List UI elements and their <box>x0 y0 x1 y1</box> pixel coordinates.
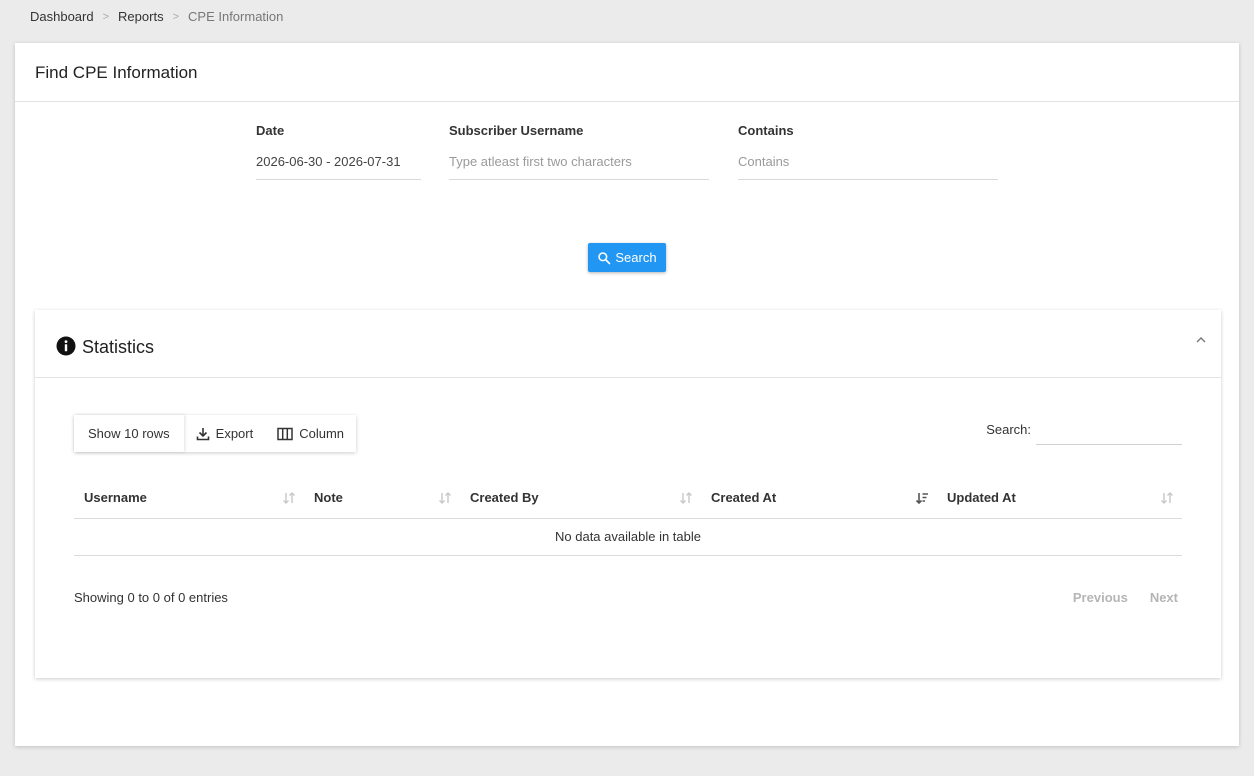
pagination: Previous Next <box>1073 590 1178 605</box>
search-button-label: Search <box>615 250 657 265</box>
sort-descending-icon <box>915 493 928 505</box>
column-header-label: Note <box>314 490 343 506</box>
subscriber-filter: Subscriber Username Type atleast first t… <box>449 123 709 180</box>
breadcrumb: Dashboard > Reports > CPE Information <box>30 9 283 24</box>
statistics-title: Statistics <box>82 337 155 357</box>
breadcrumb-dashboard[interactable]: Dashboard <box>30 9 94 24</box>
table-search-label: Search: <box>986 422 1031 437</box>
sort-icon <box>439 492 451 504</box>
contains-filter: Contains Contains <box>738 123 998 180</box>
breadcrumb-separator: > <box>102 10 110 23</box>
statistics-panel: Statistics Show 10 rows Export Column Se… <box>35 310 1221 678</box>
column-header-username[interactable]: Username <box>74 478 304 519</box>
date-label: Date <box>256 123 285 138</box>
date-filter: Date 2026-06-30 - 2026-07-31 <box>256 123 421 180</box>
column-header-label: Created By <box>470 490 539 506</box>
table-info: Showing 0 to 0 of 0 entries <box>74 590 228 605</box>
search-icon <box>598 251 611 264</box>
subscriber-username-input[interactable]: Type atleast first two characters <box>449 154 709 180</box>
breadcrumb-reports[interactable]: Reports <box>118 9 164 24</box>
export-button[interactable]: Export <box>184 415 266 452</box>
column-header-label: Created At <box>711 490 777 506</box>
columns-icon <box>277 427 293 440</box>
column-header-created-by[interactable]: Created By <box>460 478 701 519</box>
search-button[interactable]: Search <box>588 243 666 272</box>
show-rows-button[interactable]: Show 10 rows <box>74 415 184 452</box>
sort-icon <box>680 492 692 504</box>
column-header-created-at[interactable]: Created At <box>701 478 937 519</box>
breadcrumb-separator: > <box>172 10 180 23</box>
column-visibility-button[interactable]: Column <box>265 415 356 452</box>
find-cpe-card: Find CPE Information Date 2026-06-30 - 2… <box>15 43 1239 746</box>
chevron-up-icon[interactable] <box>1195 334 1207 346</box>
next-page-button[interactable]: Next <box>1150 590 1178 605</box>
breadcrumb-current: CPE Information <box>188 9 284 24</box>
empty-table-message: No data available in table <box>74 518 1182 556</box>
column-header-updated-at[interactable]: Updated At <box>937 478 1182 519</box>
column-header-note[interactable]: Note <box>304 478 460 519</box>
export-label: Export <box>215 426 254 441</box>
statistics-header: Statistics <box>35 310 1221 378</box>
show-rows-label: Show 10 rows <box>88 426 170 441</box>
table-header-row: Username Note Created By Created At Upda… <box>74 478 1182 519</box>
table-toolbar: Show 10 rows Export Column <box>74 415 357 452</box>
table-search: Search: <box>986 421 1182 445</box>
subscriber-label: Subscriber Username <box>449 123 584 138</box>
previous-page-button[interactable]: Previous <box>1073 590 1128 605</box>
contains-label: Contains <box>738 123 794 138</box>
info-icon <box>56 336 76 356</box>
contains-input[interactable]: Contains <box>738 154 998 180</box>
date-range-input[interactable]: 2026-06-30 - 2026-07-31 <box>256 154 421 180</box>
statistics-table: Username Note Created By Created At Upda… <box>74 478 1182 556</box>
column-label: Column <box>299 426 345 441</box>
page-title: Find CPE Information <box>15 43 1239 102</box>
sort-icon <box>283 492 295 504</box>
sort-icon <box>1161 492 1173 504</box>
column-header-label: Updated At <box>947 490 1016 506</box>
table-search-input[interactable] <box>1036 421 1182 445</box>
column-header-label: Username <box>84 490 147 506</box>
table-row: No data available in table <box>74 518 1182 556</box>
download-icon <box>196 427 209 440</box>
